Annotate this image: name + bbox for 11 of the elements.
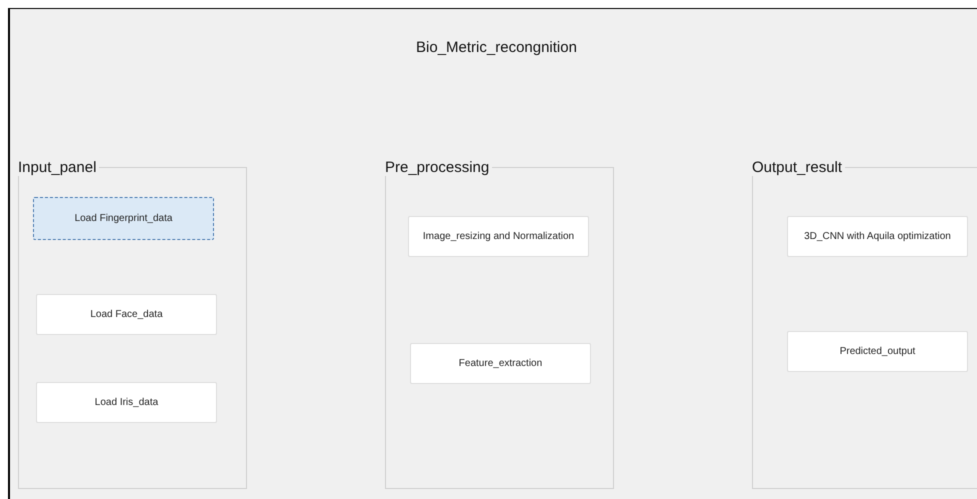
action-button[interactable]: 3D_CNN with Aquila optimization	[787, 216, 968, 257]
action-button[interactable]: Load Face_data	[36, 294, 217, 335]
action-button[interactable]: Predicted_output	[787, 331, 968, 372]
panel-title: Input_panel	[18, 159, 98, 176]
window-title: Bio_Metric_recongnition	[415, 38, 578, 58]
action-button[interactable]: Image_resizing and Normalization	[408, 216, 589, 257]
action-button[interactable]: Feature_extraction	[410, 343, 591, 384]
panel-title: Pre_processing	[385, 159, 490, 176]
panel-title: Output_result	[752, 159, 844, 176]
action-button[interactable]: Load Iris_data	[36, 382, 217, 423]
action-button[interactable]: Load Fingerprint_data	[33, 197, 214, 240]
